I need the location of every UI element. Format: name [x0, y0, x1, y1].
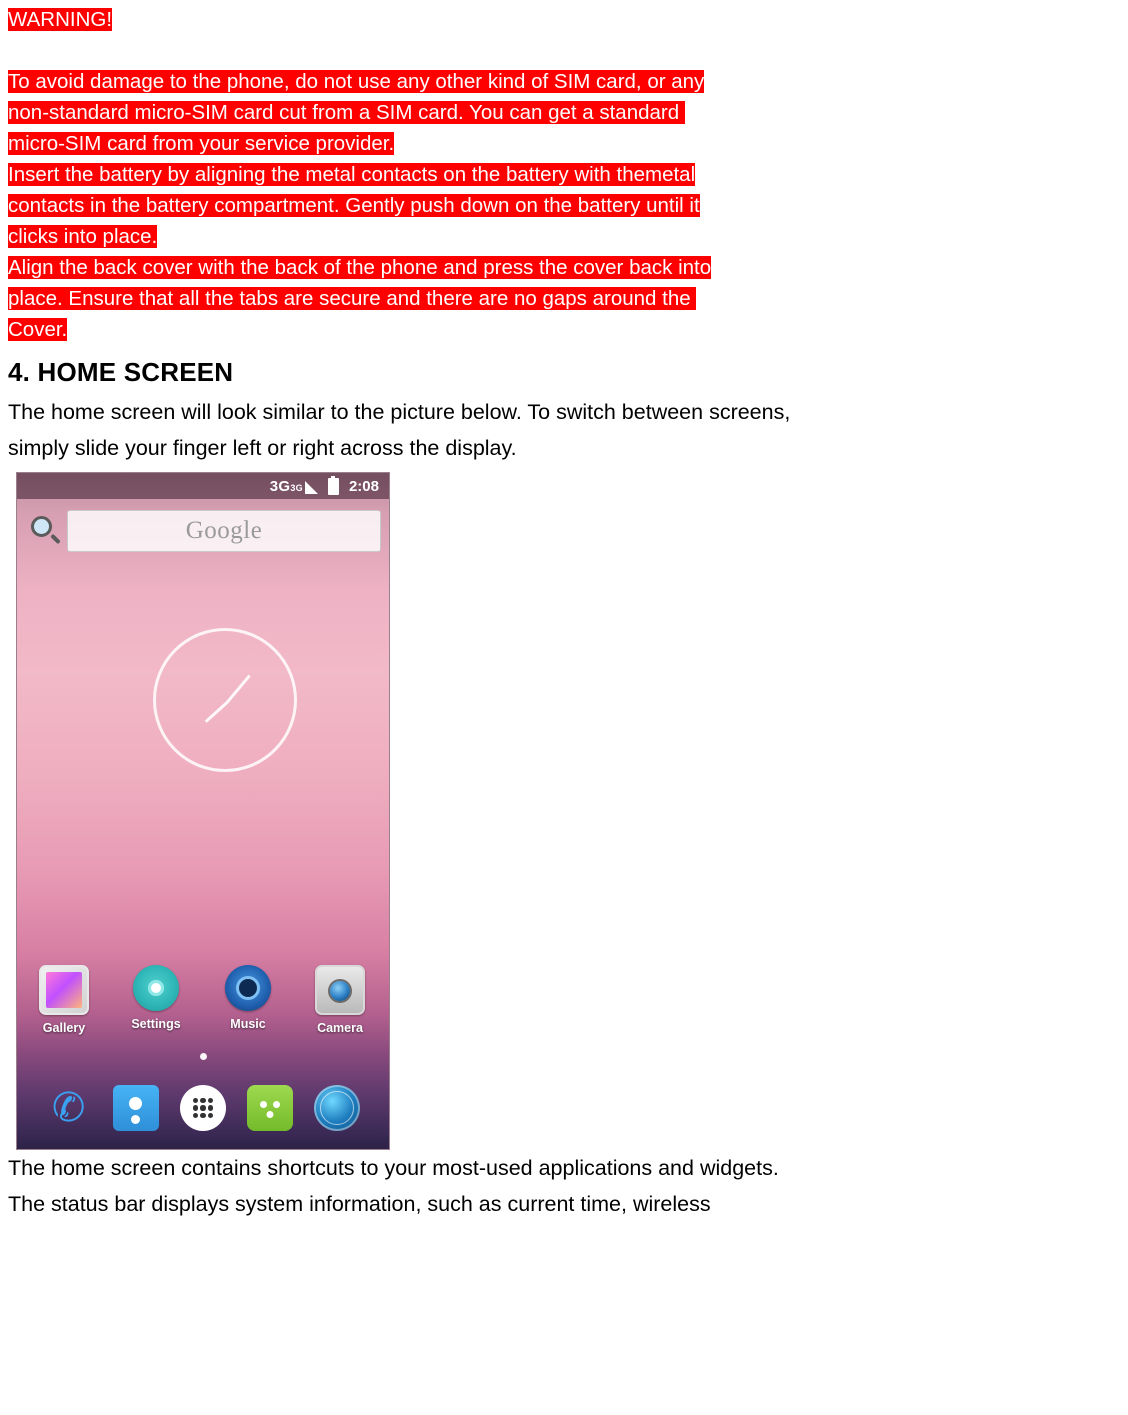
gallery-icon[interactable] — [39, 965, 89, 1015]
battery-icon — [327, 475, 339, 495]
warning-heading-line: WARNING! — [8, 4, 1108, 35]
google-search-widget[interactable]: Google — [27, 509, 381, 553]
warning-paragraph-line: To avoid damage to the phone, do not use… — [8, 66, 1108, 97]
warning-paragraph-line: Align the back cover with the back of th… — [8, 252, 1108, 283]
document-page: WARNING! To avoid damage to the phone, d… — [0, 0, 1128, 1415]
document-content: WARNING! To avoid damage to the phone, d… — [8, 4, 1108, 1222]
warning-text: Cover. — [8, 318, 68, 341]
warning-paragraph-line: Insert the battery by aligning the metal… — [8, 159, 1108, 190]
warning-paragraph-line: clicks into place. — [8, 221, 1108, 252]
status-clock: 2:08 — [348, 477, 379, 495]
warning-text: Align the back cover with the back of th… — [8, 256, 712, 279]
section-heading: 4. HOME SCREEN — [8, 357, 234, 387]
closing-line: The home screen contains shortcuts to yo… — [8, 1156, 779, 1180]
phone-icon[interactable]: ✆ — [46, 1085, 92, 1131]
analog-clock-widget[interactable] — [153, 628, 297, 772]
app-shortcut-camera[interactable]: Camera — [309, 965, 371, 1035]
magnifier-icon[interactable] — [27, 513, 63, 549]
warning-paragraph-line: Cover. — [8, 314, 1108, 345]
warning-text: clicks into place. — [8, 225, 158, 248]
clock-minute-hand — [225, 674, 251, 704]
app-label: Music — [230, 1017, 266, 1031]
app-drawer-icon[interactable] — [179, 1085, 226, 1131]
app-label: Settings — [131, 1017, 181, 1031]
page-indicator-dot — [199, 1053, 207, 1060]
camera-icon[interactable] — [315, 965, 365, 1015]
warning-text: non-standard micro-SIM card cut from a S… — [8, 101, 685, 124]
warning-paragraph-line: contacts in the battery compartment. Gen… — [8, 190, 1108, 221]
network-type-label: 3G 3G — [269, 477, 303, 495]
messaging-icon[interactable] — [247, 1085, 294, 1131]
home-app-row: Gallery Settings Music Camera — [33, 965, 377, 1035]
app-label: Camera — [317, 1021, 363, 1035]
app-shortcut-settings[interactable]: Settings — [125, 965, 187, 1035]
browser-icon[interactable] — [314, 1085, 361, 1131]
music-icon[interactable] — [225, 965, 271, 1011]
settings-icon[interactable] — [133, 965, 179, 1011]
network-superscript: 3G — [290, 482, 303, 493]
closing-line: The status bar displays system informati… — [8, 1192, 711, 1216]
warning-paragraph-line: micro-SIM card from your service provide… — [8, 128, 1108, 159]
warning-text: Insert the battery by aligning the metal… — [8, 163, 696, 186]
home-screen-figure: 3G 3G 2:08 Google Gallery Settings Music… — [16, 472, 390, 1150]
app-label: Gallery — [42, 1021, 86, 1035]
warning-text: To avoid damage to the phone, do not use… — [8, 70, 705, 93]
warning-paragraph-line: non-standard micro-SIM card cut from a S… — [8, 97, 1108, 128]
warning-paragraph-line: place. Ensure that all the tabs are secu… — [8, 283, 1108, 314]
status-bar: 3G 3G 2:08 — [17, 473, 389, 499]
clock-hour-hand — [204, 701, 228, 723]
search-input[interactable]: Google — [67, 510, 381, 552]
warning-text: micro-SIM card from your service provide… — [8, 132, 395, 155]
app-shortcut-gallery[interactable]: Gallery — [33, 965, 95, 1035]
google-brand-text: Google — [185, 517, 263, 544]
intro-line: The home screen will look similar to the… — [8, 400, 791, 424]
app-shortcut-music[interactable]: Music — [217, 965, 279, 1035]
signal-triangle-icon — [304, 480, 318, 494]
warning-text: place. Ensure that all the tabs are secu… — [8, 287, 697, 310]
warning-text: contacts in the battery compartment. Gen… — [8, 194, 700, 217]
intro-line: simply slide your finger left or right a… — [8, 436, 517, 460]
warning-heading: WARNING! — [8, 8, 113, 31]
home-dock: ✆ — [17, 1079, 389, 1137]
contacts-icon[interactable] — [112, 1085, 159, 1131]
